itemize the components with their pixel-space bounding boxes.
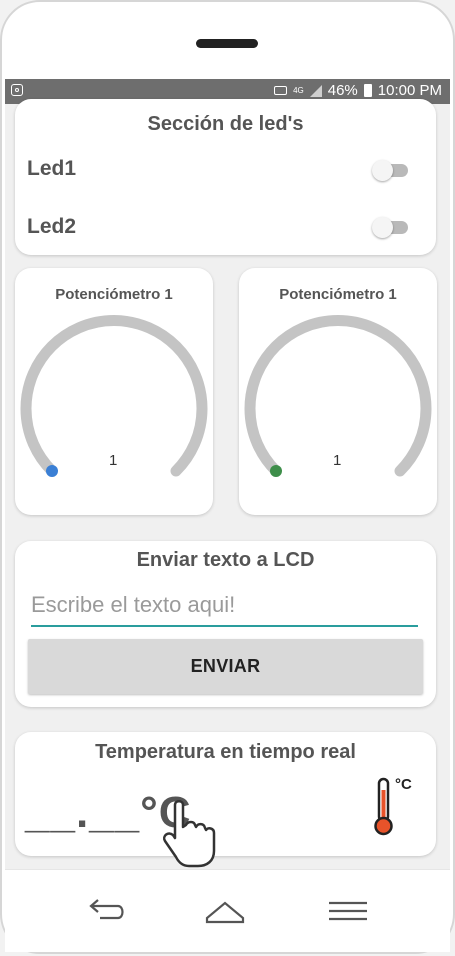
battery-icon (363, 84, 372, 97)
hand-pointer-icon (163, 800, 216, 868)
temperature-card: Temperatura en tiempo real __.__°C °C (15, 732, 436, 856)
knob-arc (244, 315, 432, 477)
back-icon[interactable] (80, 892, 130, 928)
signal-icon (309, 84, 322, 97)
app-screen: 4G 46% 10:00 PM Sección de led's Led1 Le… (5, 79, 450, 869)
lcd-card: Enviar texto a LCD Escribe el texto aqui… (15, 541, 436, 707)
lcd-text-input[interactable]: Escribe el texto aqui! (31, 589, 418, 627)
toggle-thumb (372, 160, 393, 181)
status-right: 4G 46% 10:00 PM (274, 82, 442, 99)
potentiometer-card-2: Potenciómetro 1 1 (239, 268, 437, 515)
knob-arc (20, 315, 208, 477)
potentiometer-value: 1 (109, 452, 118, 469)
potentiometer-knob[interactable] (239, 268, 437, 515)
led-section-card: Sección de led's Led1 Led2 (15, 99, 436, 255)
battery-percent: 46% (327, 82, 358, 99)
instagram-icon (11, 84, 23, 96)
led2-toggle[interactable] (372, 217, 412, 238)
temperature-title: Temperatura en tiempo real (95, 741, 356, 763)
phone-frame: 4G 46% 10:00 PM Sección de led's Led1 Le… (0, 0, 455, 956)
potentiometer-knob[interactable] (15, 268, 213, 515)
led2-label: Led2 (27, 215, 77, 238)
clock: 10:00 PM (377, 82, 442, 99)
navigation-bar (5, 869, 450, 952)
cast-icon (274, 86, 288, 95)
led1-label: Led1 (27, 157, 77, 180)
led-section-title: Sección de led's (147, 113, 304, 135)
network-type: 4G (293, 85, 304, 95)
speaker-grille (196, 39, 258, 48)
lcd-title: Enviar texto a LCD (136, 549, 315, 571)
knob-handle[interactable] (270, 465, 282, 477)
toggle-thumb (372, 217, 393, 238)
home-icon[interactable] (200, 892, 250, 928)
led1-toggle[interactable] (372, 160, 412, 181)
send-button[interactable]: ENVIAR (28, 639, 423, 694)
thermometer-unit: °C (395, 776, 412, 793)
potentiometer-value: 1 (333, 452, 342, 469)
potentiometer-card-1: Potenciómetro 1 1 (15, 268, 213, 515)
menu-icon[interactable] (323, 892, 373, 928)
knob-handle[interactable] (46, 465, 58, 477)
